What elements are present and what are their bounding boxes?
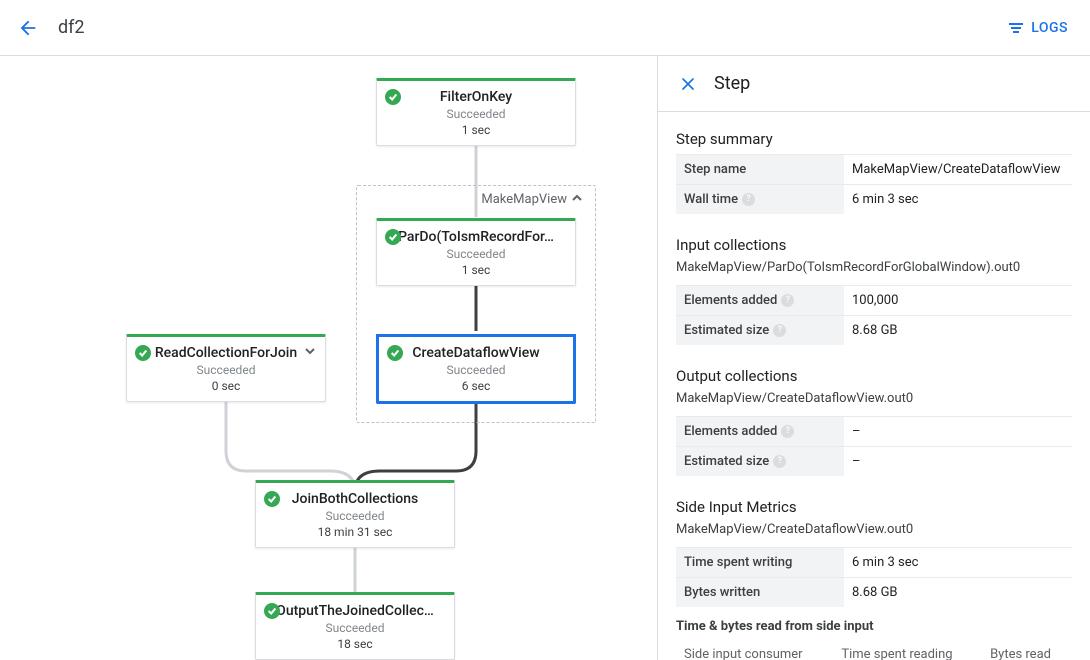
- check-icon: [135, 345, 151, 361]
- chevron-down-icon[interactable]: [303, 345, 317, 359]
- graph-canvas[interactable]: MakeMapView FilterOnKey Succeeded 1 sec …: [0, 56, 658, 660]
- node-pardo[interactable]: ParDo(ToIsmRecordFor… Succeeded 1 sec: [376, 218, 576, 286]
- help-icon[interactable]: ?: [742, 193, 755, 206]
- check-icon: [387, 345, 403, 361]
- logs-button[interactable]: LOGS: [995, 12, 1082, 44]
- side-panel-title: Step: [714, 73, 750, 94]
- node-filter-on-key[interactable]: FilterOnKey Succeeded 1 sec: [376, 78, 576, 146]
- logs-icon: [1009, 23, 1025, 33]
- node-join-both[interactable]: JoinBothCollections Succeeded 18 min 31 …: [255, 480, 455, 548]
- section-side-input-metrics: Side Input Metrics MakeMapView/CreateDat…: [676, 498, 1072, 660]
- side-panel-header: Step: [658, 56, 1090, 112]
- side-panel: Step Step summary Step name MakeMapView/…: [658, 56, 1090, 660]
- help-icon[interactable]: ?: [773, 455, 786, 468]
- node-read-collection[interactable]: ReadCollectionForJoin Succeeded 0 sec: [126, 334, 326, 402]
- check-icon: [264, 603, 280, 619]
- back-button[interactable]: [8, 8, 48, 48]
- check-icon: [385, 89, 401, 105]
- help-icon[interactable]: ?: [781, 294, 794, 307]
- row-step-name: Step name MakeMapView/CreateDataflowView: [676, 155, 1072, 185]
- group-label: MakeMapView: [481, 192, 567, 207]
- check-icon: [385, 229, 401, 245]
- row-wall-time: Wall time? 6 min 3 sec: [676, 185, 1072, 215]
- side-input-read-table: Side input consumer Time spent reading B…: [676, 640, 1072, 660]
- section-step-summary: Step summary Step name MakeMapView/Creat…: [676, 130, 1072, 214]
- help-icon[interactable]: ?: [773, 324, 786, 337]
- section-input-collections: Input collections MakeMapView/ParDo(ToIs…: [676, 236, 1072, 345]
- close-button[interactable]: [676, 72, 700, 96]
- chevron-up-icon[interactable]: [571, 192, 585, 206]
- page-title: df2: [58, 17, 85, 38]
- node-create-dataflow-view[interactable]: CreateDataflowView Succeeded 6 sec: [376, 334, 576, 404]
- check-icon: [264, 491, 280, 507]
- help-icon[interactable]: ?: [781, 425, 794, 438]
- node-output[interactable]: OutputTheJoinedCollec… Succeeded 18 sec: [255, 592, 455, 660]
- logs-label: LOGS: [1031, 20, 1068, 36]
- section-output-collections: Output collections MakeMapView/CreateDat…: [676, 367, 1072, 476]
- header: df2 LOGS: [0, 0, 1090, 56]
